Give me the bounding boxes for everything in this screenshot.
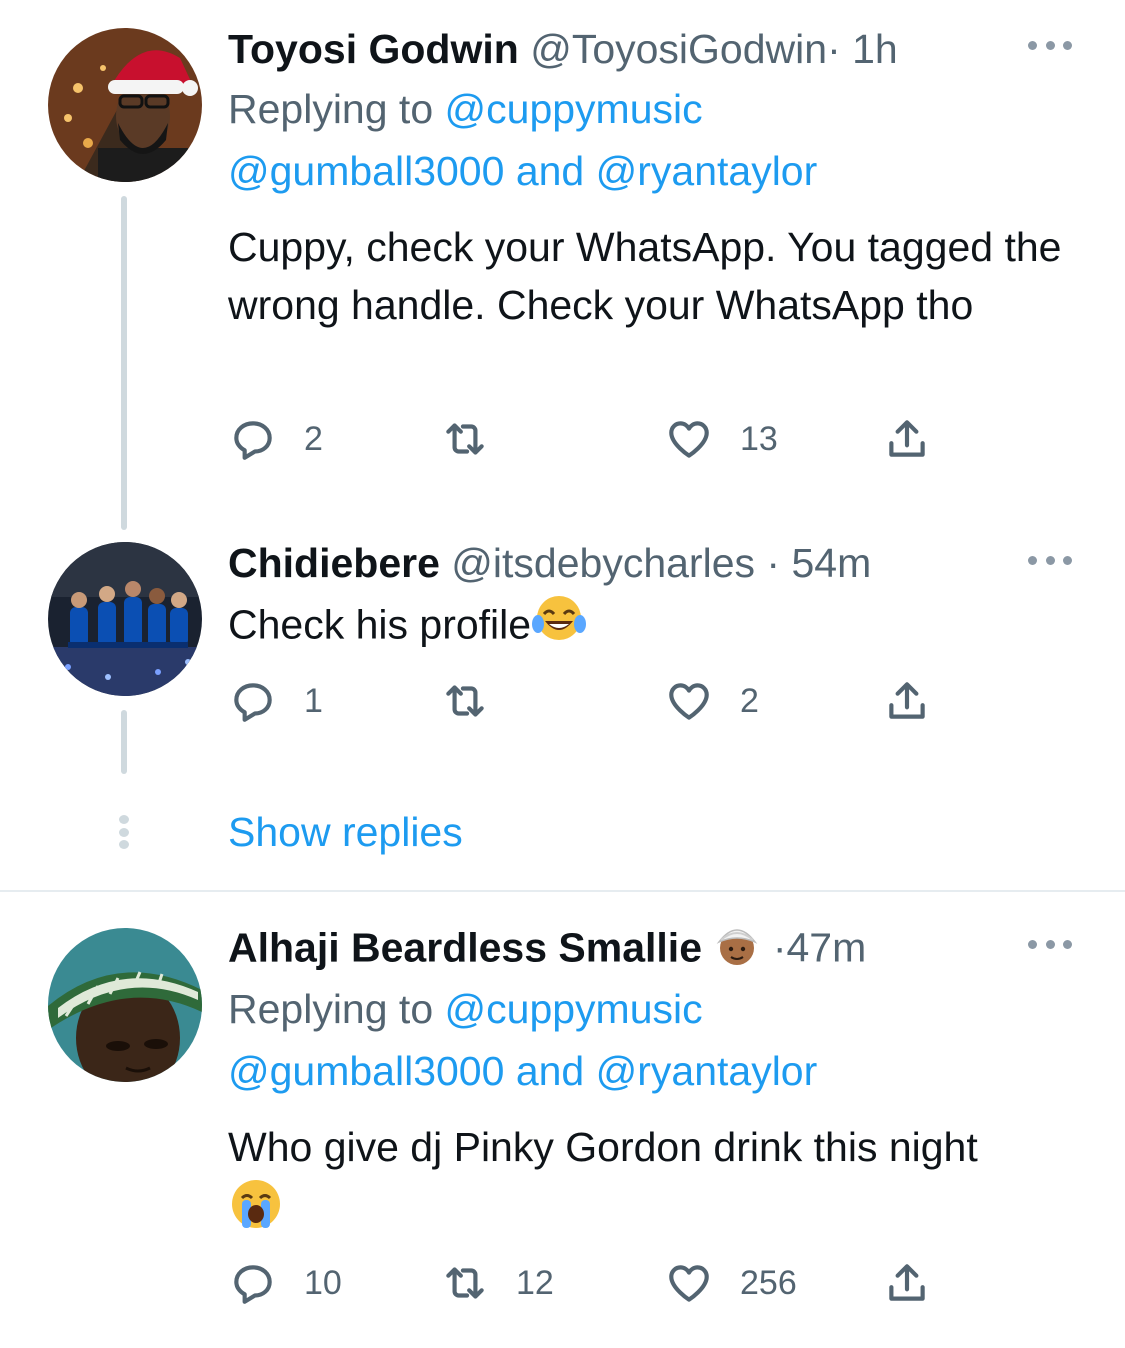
- reply-count: 10: [304, 1263, 342, 1302]
- thread-line: [121, 196, 127, 530]
- more-options-icon[interactable]: [1028, 41, 1072, 53]
- santa-hat-avatar-icon: [48, 28, 202, 182]
- reply-icon: [234, 421, 272, 460]
- user-handle[interactable]: @itsdebycharles: [451, 540, 755, 586]
- heart-icon: [669, 421, 709, 458]
- timestamp[interactable]: 47m: [786, 924, 866, 970]
- replying-to: Replying to @cuppymusic @gumball3000 and…: [228, 78, 1088, 202]
- display-name[interactable]: Alhaji Beardless Smallie: [228, 924, 702, 970]
- heart-icon: [669, 1265, 709, 1302]
- like-count: 256: [740, 1263, 797, 1302]
- heart-icon: [669, 683, 709, 720]
- share-icon: [889, 420, 925, 457]
- tweet-header: Toyosi Godwin @ToyosiGodwin· 1h: [228, 24, 898, 74]
- display-name[interactable]: Chidiebere: [228, 540, 440, 586]
- user-handle[interactable]: @ToyosiGodwin: [530, 26, 827, 72]
- share-button[interactable]: [882, 414, 932, 464]
- mention-link[interactable]: @gumball3000: [228, 1048, 504, 1094]
- mention-link[interactable]: @cuppymusic: [445, 86, 703, 132]
- replying-prefix: Replying to: [228, 86, 445, 132]
- show-replies-link[interactable]: Show replies: [228, 805, 463, 859]
- person-wearing-turban-icon: [713, 922, 761, 979]
- like-button[interactable]: 13: [664, 414, 778, 464]
- tweet-2[interactable]: Chidiebere @itsdebycharles · 54m Check h…: [0, 530, 1125, 890]
- like-count: 2: [740, 681, 759, 720]
- tweet-1[interactable]: Toyosi Godwin @ToyosiGodwin· 1h Replying…: [0, 0, 1125, 530]
- like-button[interactable]: 2: [664, 676, 759, 726]
- retweet-icon: [446, 423, 484, 455]
- replying-and: and: [504, 1048, 596, 1094]
- reply-count: 1: [304, 681, 323, 720]
- action-bar: 10 12 256: [228, 1258, 948, 1308]
- timestamp[interactable]: 1h: [852, 26, 898, 72]
- reply-button[interactable]: 10: [228, 1258, 342, 1308]
- tweet-header: Alhaji Beardless Smallie ·47m: [228, 922, 866, 979]
- face-with-tears-of-joy-icon: [531, 594, 587, 661]
- tweet-3[interactable]: Alhaji Beardless Smallie ·47m Replying t…: [0, 892, 1125, 1348]
- reply-button[interactable]: 1: [228, 676, 323, 726]
- avatar[interactable]: [48, 928, 202, 1082]
- reply-count: 2: [304, 419, 323, 458]
- share-button[interactable]: [882, 676, 932, 726]
- timestamp[interactable]: 54m: [791, 540, 871, 586]
- display-name[interactable]: Toyosi Godwin: [228, 26, 519, 72]
- tweet-text: Who give dj Pinky Gordon drink this nigh…: [228, 1124, 978, 1170]
- separator-dot: ·: [827, 26, 841, 72]
- reply-button[interactable]: 2: [228, 414, 323, 464]
- football-team-avatar-icon: [48, 542, 202, 696]
- more-options-icon[interactable]: [1028, 940, 1072, 952]
- replying-to: Replying to @cuppymusic @gumball3000 and…: [228, 978, 1088, 1102]
- reply-icon: [234, 683, 272, 722]
- like-count: 13: [740, 419, 778, 458]
- action-bar: 1 2: [228, 676, 948, 726]
- share-button[interactable]: [882, 1258, 932, 1308]
- mention-link[interactable]: @gumball3000: [228, 148, 504, 194]
- replying-and: and: [504, 148, 596, 194]
- tweet-text-container: Who give dj Pinky Gordon drink this nigh…: [228, 1118, 1098, 1247]
- retweet-button[interactable]: 12: [440, 1258, 554, 1308]
- cap-avatar-icon: [48, 928, 202, 1082]
- like-button[interactable]: 256: [664, 1258, 797, 1308]
- avatar[interactable]: [48, 28, 202, 182]
- tweet-text-container: Check his profile: [228, 594, 1098, 661]
- retweet-button[interactable]: [440, 676, 516, 726]
- tweet-header: Chidiebere @itsdebycharles · 54m: [228, 538, 871, 588]
- share-icon: [889, 1264, 925, 1301]
- separator-dot: ·: [766, 540, 781, 586]
- separator-dot: ·: [772, 924, 787, 971]
- mention-link[interactable]: @cuppymusic: [445, 986, 703, 1032]
- retweet-icon: [446, 685, 484, 717]
- avatar[interactable]: [48, 542, 202, 696]
- reply-icon: [234, 1265, 272, 1304]
- tweet-text: Cuppy, check your WhatsApp. You tagged t…: [228, 224, 1062, 328]
- mention-link[interactable]: @ryantaylor: [596, 1048, 818, 1094]
- retweet-icon: [446, 1267, 484, 1299]
- loudly-crying-face-icon: [228, 1176, 284, 1247]
- retweet-count: 12: [516, 1263, 554, 1302]
- share-icon: [889, 682, 925, 719]
- tweet-text: Check his profile: [228, 601, 532, 648]
- thread-line: [121, 710, 127, 774]
- replying-prefix: Replying to: [228, 986, 445, 1032]
- action-bar: 2 13: [228, 414, 948, 464]
- more-options-icon[interactable]: [1028, 556, 1072, 568]
- mention-link[interactable]: @ryantaylor: [596, 148, 818, 194]
- retweet-button[interactable]: [440, 414, 516, 464]
- thread-more-dots: [118, 815, 130, 849]
